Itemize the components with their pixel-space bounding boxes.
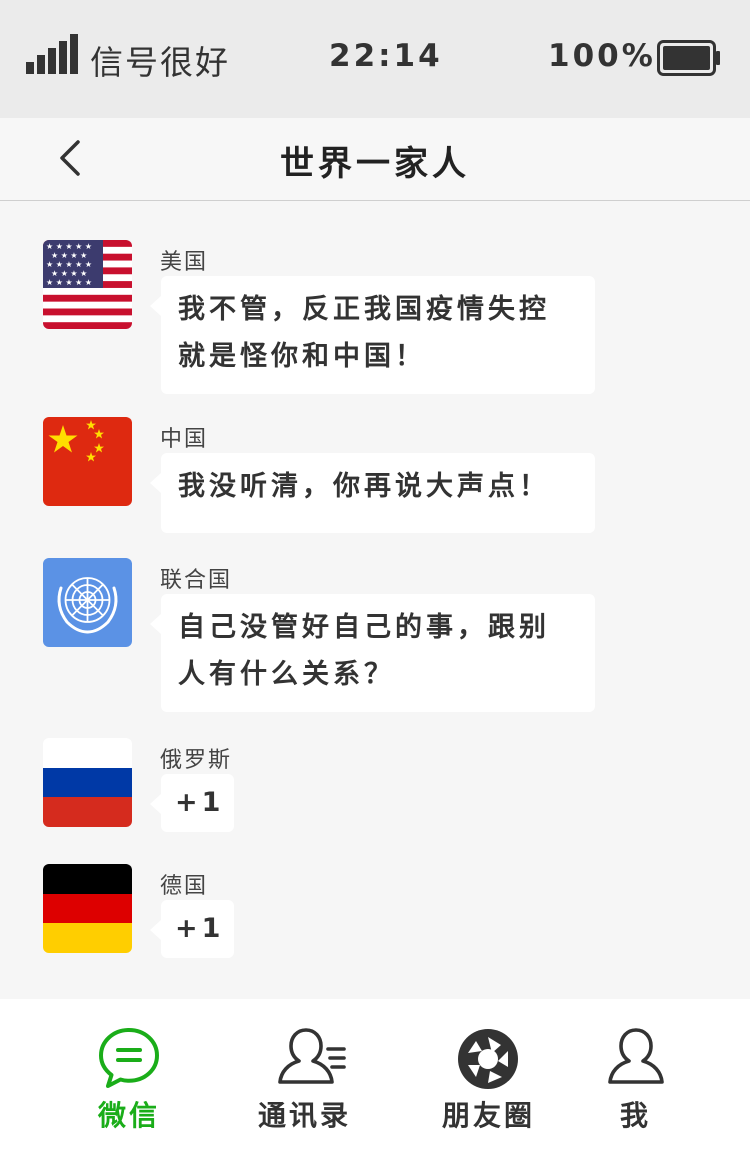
tab-moments[interactable]: 朋友圈 [440, 999, 540, 1171]
message-bubble[interactable]: 我不管，反正我国疫情失控就是怪你和中国！ [150, 276, 595, 394]
message-bubble[interactable]: +1 [150, 774, 234, 832]
nav-bar: 世界一家人 [0, 118, 750, 201]
tab-me[interactable]: 我 [604, 999, 668, 1171]
russia-flag-avatar[interactable] [43, 738, 132, 827]
signal-bars-icon [26, 34, 78, 74]
svg-text:★ ★ ★ ★ ★: ★ ★ ★ ★ ★ [46, 242, 92, 251]
germany-flag-avatar[interactable] [43, 864, 132, 953]
person-icon [608, 1028, 664, 1084]
sender-name: 联合国 [160, 568, 233, 593]
un-emblem-avatar[interactable] [43, 558, 132, 647]
sender-name: 中国 [160, 427, 209, 452]
un-emblem-icon [43, 558, 132, 647]
china-flag-icon [43, 417, 132, 506]
sender-name: 德国 [160, 874, 209, 899]
status-bar: 信号很好 22:14 100% [0, 0, 750, 118]
china-flag-avatar[interactable] [43, 417, 132, 506]
sender-name: 美国 [160, 250, 209, 275]
tab-label: 我 [620, 1099, 652, 1132]
svg-text:★ ★ ★ ★: ★ ★ ★ ★ [51, 269, 87, 278]
message-bubble[interactable]: 自己没管好自己的事，跟别人有什么关系？ [150, 594, 595, 712]
signal-strength-text: 信号很好 [90, 43, 230, 82]
message-bubble[interactable]: +1 [150, 900, 234, 958]
sender-name: 俄罗斯 [160, 748, 233, 773]
germany-flag-icon [43, 864, 132, 953]
message-bubble[interactable]: 我没听清，你再说大声点！ [150, 453, 595, 533]
russia-flag-icon [43, 738, 132, 827]
tab-wechat[interactable]: 微信 [88, 999, 170, 1171]
tab-label: 微信 [98, 1099, 161, 1132]
tab-label: 通讯录 [258, 1099, 352, 1132]
us-flag-icon: ★ ★ ★ ★ ★ ★ ★ ★ ★ ★ ★ ★ ★ ★ ★ ★ ★ ★ ★ ★ … [43, 240, 132, 329]
aperture-icon [458, 1029, 518, 1089]
contacts-icon [278, 1028, 346, 1084]
svg-text:★ ★ ★ ★ ★: ★ ★ ★ ★ ★ [46, 260, 92, 269]
svg-text:★ ★ ★ ★: ★ ★ ★ ★ [51, 251, 87, 260]
us-flag-avatar[interactable]: ★ ★ ★ ★ ★ ★ ★ ★ ★ ★ ★ ★ ★ ★ ★ ★ ★ ★ ★ ★ … [43, 240, 132, 329]
clock: 22:14 [329, 38, 443, 74]
chat-bubble-icon [99, 1028, 159, 1088]
battery-icon [657, 40, 720, 76]
tab-contacts[interactable]: 通讯录 [256, 999, 356, 1171]
battery-percentage: 100% [548, 38, 656, 74]
tab-bar: 微信 通讯录 朋友圈 我 [0, 999, 750, 1171]
tab-label: 朋友圈 [442, 1099, 536, 1132]
svg-text:★ ★ ★ ★ ★: ★ ★ ★ ★ ★ [46, 278, 92, 287]
page-title: 世界一家人 [280, 144, 470, 184]
